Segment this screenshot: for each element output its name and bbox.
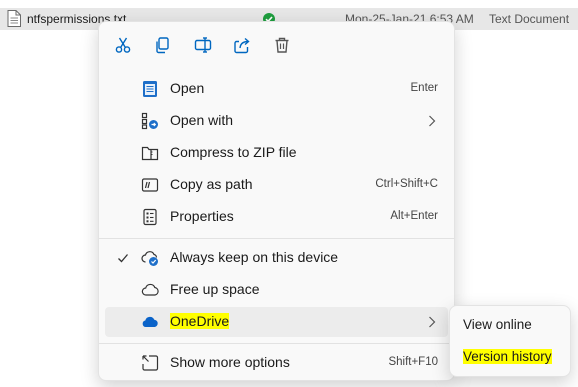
menu-item-open[interactable]: Open Enter bbox=[105, 74, 448, 104]
submenu-item-version-history[interactable]: Version history bbox=[450, 343, 570, 371]
menu-item-label: Open bbox=[170, 80, 205, 96]
menu-toolbar bbox=[99, 22, 454, 68]
menu-item-onedrive[interactable]: OneDrive bbox=[105, 307, 448, 337]
chevron-right-icon bbox=[428, 114, 436, 128]
show-more-icon bbox=[141, 354, 159, 372]
menu-item-compress-zip[interactable]: Compress to ZIP file bbox=[105, 138, 448, 168]
rename-icon bbox=[194, 37, 212, 53]
copy-button[interactable] bbox=[147, 31, 177, 59]
text-file-icon bbox=[7, 10, 21, 27]
menu-item-copy-as-path[interactable]: Copy as path Ctrl+Shift+C bbox=[105, 170, 448, 200]
trash-icon bbox=[275, 37, 289, 53]
onedrive-icon bbox=[141, 313, 159, 331]
onedrive-label: OneDrive bbox=[170, 313, 230, 329]
menu-separator bbox=[99, 343, 454, 344]
zip-folder-icon bbox=[141, 144, 159, 162]
submenu-item-label: Version history bbox=[463, 349, 552, 364]
shortcut-text: Alt+Enter bbox=[390, 210, 438, 222]
submenu-item-label: View online bbox=[463, 317, 532, 332]
menu-item-label: Open with bbox=[170, 112, 234, 128]
open-with-icon bbox=[141, 112, 159, 130]
copy-path-icon bbox=[141, 176, 159, 194]
share-button[interactable] bbox=[227, 31, 257, 59]
submenu-item-view-online[interactable]: View online bbox=[450, 311, 570, 339]
menu-item-label: Free up space bbox=[170, 281, 260, 297]
delete-button[interactable] bbox=[267, 31, 297, 59]
menu-item-label: Copy as path bbox=[170, 176, 253, 192]
menu-item-show-more-options[interactable]: Show more options Shift+F10 bbox=[105, 348, 448, 378]
menu-item-properties[interactable]: Properties Alt+Enter bbox=[105, 202, 448, 232]
notepad-icon bbox=[141, 80, 159, 98]
menu-item-label: Always keep on this device bbox=[170, 249, 339, 265]
onedrive-submenu: View online Version history bbox=[449, 305, 571, 377]
menu-item-label: Properties bbox=[170, 208, 234, 224]
context-menu: Open Enter Open with Compress to ZIP fil… bbox=[98, 21, 455, 381]
menu-separator bbox=[99, 238, 454, 239]
menu-item-open-with[interactable]: Open with bbox=[105, 106, 448, 136]
rename-button[interactable] bbox=[188, 31, 218, 59]
chevron-right-icon bbox=[428, 315, 436, 329]
share-icon bbox=[234, 37, 250, 54]
properties-icon bbox=[141, 208, 159, 226]
menu-item-free-up-space[interactable]: Free up space bbox=[105, 275, 448, 305]
copy-icon bbox=[156, 37, 169, 54]
shortcut-text: Ctrl+Shift+C bbox=[375, 178, 438, 190]
cloud-sync-icon bbox=[141, 249, 159, 267]
scissors-icon bbox=[115, 37, 131, 53]
menu-item-label: Compress to ZIP file bbox=[170, 144, 297, 160]
menu-item-always-keep[interactable]: Always keep on this device bbox=[105, 243, 448, 273]
menu-item-label: Show more options bbox=[170, 354, 290, 370]
file-type: Text Document bbox=[489, 12, 570, 26]
cut-button[interactable] bbox=[108, 31, 138, 59]
menu-item-label: OneDrive bbox=[170, 313, 230, 329]
cloud-icon bbox=[141, 281, 159, 299]
shortcut-text: Shift+F10 bbox=[388, 356, 438, 368]
checkmark-icon bbox=[117, 251, 129, 263]
shortcut-text: Enter bbox=[410, 82, 439, 94]
